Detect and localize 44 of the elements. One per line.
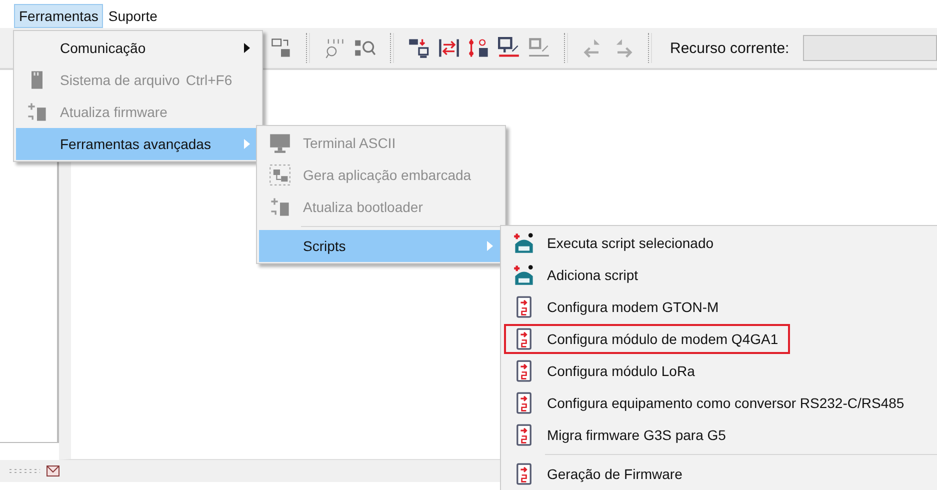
circuit-icon (269, 164, 291, 186)
device-transfer-icon[interactable] (408, 37, 430, 59)
menu-item-label: Configura módulo LoRa (547, 363, 695, 379)
menu-item-label: Migra firmware G3S para G5 (547, 427, 726, 443)
computer-network-icon[interactable] (498, 37, 520, 59)
menu-item-label: Sistema de arquivo (60, 72, 180, 88)
network-node-icon[interactable] (468, 37, 490, 59)
menu-item-label: Adiciona script (547, 267, 638, 283)
binary-search-icon[interactable] (324, 37, 346, 59)
menu-item[interactable]: Executa script selecionado (503, 227, 937, 259)
monitor-icon (269, 132, 291, 154)
menu-item[interactable]: Adiciona script (503, 259, 937, 291)
menu-item-label: Scripts (303, 238, 346, 254)
shortcut-text: Ctrl+F6 (186, 72, 232, 88)
menu-item[interactable]: Migra firmware G3S para G5 (503, 419, 937, 451)
lua-script-icon (513, 232, 535, 254)
menu-item[interactable]: Geração de Firmware (503, 458, 937, 490)
resource-field[interactable] (803, 35, 937, 61)
menu-item[interactable]: Scripts (259, 230, 503, 262)
menu-item-label: Atualiza bootloader (303, 199, 423, 215)
chip-icon (269, 196, 291, 218)
menu-item-label: Comunicação (60, 40, 146, 56)
menubar-item[interactable]: Ferramentas (14, 4, 104, 28)
menu-item[interactable]: Configura modem GTON-M (503, 291, 937, 323)
menu-item-label: Configura equipamento como conversor RS232-C/RS485 (547, 395, 904, 411)
menubar-item[interactable]: Suporte (103, 4, 162, 28)
menu-item-label: Terminal ASCII (303, 135, 396, 151)
menu-item[interactable]: Configura módulo de modem Q4GA1 (503, 323, 937, 355)
chip-icon (26, 101, 48, 123)
envelope-icon[interactable] (46, 464, 60, 478)
swap-layout-icon[interactable] (270, 37, 292, 59)
lua-script-icon (513, 264, 535, 286)
exchange-arrows-icon[interactable] (438, 37, 460, 59)
menu-item-label: Configura modem GTON-M (547, 299, 719, 315)
menu-item[interactable]: Configura equipamento como conversor RS232-C/RS485 (503, 387, 937, 419)
menu-item-label: Atualiza firmware (60, 104, 168, 120)
menu-item-label: Ferramentas avançadas (60, 136, 211, 152)
menu-item[interactable]: Comunicação (16, 32, 260, 64)
menu-item-label: Configura módulo de modem Q4GA1 (547, 331, 778, 347)
menu-item-label: Executa script selecionado (547, 235, 714, 251)
menu-item-label: Geração de Firmware (547, 466, 682, 482)
menu-item[interactable]: Configura módulo LoRa (503, 355, 937, 387)
resource-label: Recurso corrente: (670, 40, 790, 56)
menu-item-label: Gera aplicação embarcada (303, 167, 472, 183)
